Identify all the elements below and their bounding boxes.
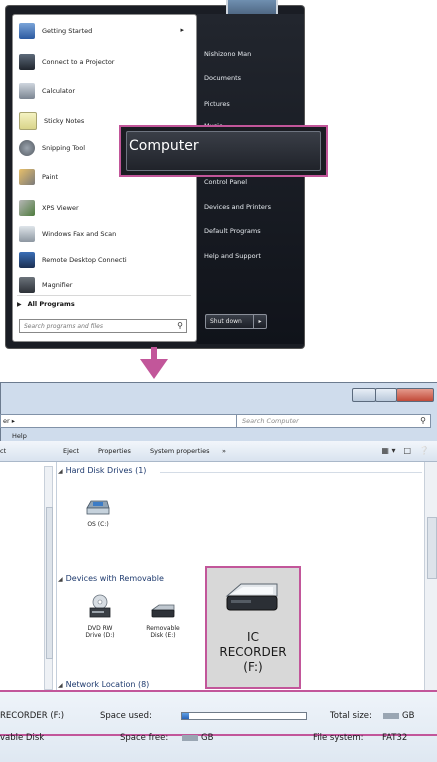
file-system-label: File system: bbox=[313, 733, 364, 743]
computer-label: Computer bbox=[129, 138, 199, 154]
group-network-location[interactable]: ◢ Network Location (8) bbox=[58, 680, 149, 689]
properties-button[interactable]: Properties bbox=[98, 447, 131, 455]
chevron-right-icon: ▶ bbox=[17, 300, 22, 308]
content-scrollbar-thumb[interactable] bbox=[427, 517, 437, 579]
file-system-value: FAT32 bbox=[382, 733, 408, 743]
menu-item-remote-desktop[interactable]: Remote Desktop Connecti bbox=[13, 246, 196, 274]
drive-os-c[interactable]: OS (C:) bbox=[80, 498, 116, 528]
submenu-arrow-icon: ▸ bbox=[180, 26, 184, 34]
details-pane bbox=[0, 690, 437, 762]
search-computer-input[interactable]: Search Computer ⚲ bbox=[236, 414, 431, 428]
getting-started-icon bbox=[19, 23, 35, 39]
start-search-input[interactable]: Search programs and files ⚲ bbox=[19, 319, 187, 333]
group-hard-disks[interactable]: ◢ Hard Disk Drives (1) bbox=[58, 466, 146, 475]
menu-item-fax-scan[interactable]: Windows Fax and Scan bbox=[13, 220, 196, 248]
details-drive-name: RECORDER (F:) bbox=[0, 711, 65, 721]
preview-pane-icon[interactable]: □ bbox=[403, 446, 411, 455]
content-scrollbar[interactable] bbox=[424, 462, 437, 692]
group-removable-storage[interactable]: ◢ Devices with Removable bbox=[58, 574, 164, 583]
drive-removable-e[interactable]: Removable Disk (E:) bbox=[140, 602, 186, 639]
removable-disk-icon bbox=[150, 604, 175, 618]
system-properties-button[interactable]: System properties bbox=[150, 447, 209, 455]
magnifier-icon bbox=[19, 277, 35, 293]
menu-separator bbox=[17, 295, 191, 296]
change-view-icon[interactable]: ▦ ▾ bbox=[381, 446, 395, 455]
shutdown-button[interactable]: Shut down ▸ bbox=[205, 314, 267, 329]
start-link-default-programs[interactable]: Default Programs bbox=[204, 227, 261, 235]
search-icon[interactable]: ⚲ bbox=[420, 416, 426, 425]
drive-dvd-d[interactable]: DVD RW Drive (D:) bbox=[80, 594, 120, 639]
dvd-drive-icon bbox=[89, 594, 111, 618]
start-link-user[interactable]: Nishizono Man bbox=[204, 50, 251, 58]
maximize-button[interactable] bbox=[375, 388, 397, 402]
redacted-value-icon bbox=[383, 712, 399, 719]
space-free-value: GB bbox=[182, 733, 213, 743]
projector-icon bbox=[19, 54, 35, 70]
ic-recorder-drive-icon bbox=[225, 583, 278, 611]
nav-scrollbar[interactable] bbox=[44, 466, 53, 690]
total-size-value: GB bbox=[383, 711, 414, 721]
start-link-help-support[interactable]: Help and Support bbox=[204, 252, 261, 260]
menu-item-xps-viewer[interactable]: XPS Viewer bbox=[13, 194, 196, 222]
redacted-value-icon bbox=[182, 734, 198, 741]
start-link-devices-printers[interactable]: Devices and Printers bbox=[204, 203, 271, 211]
scissors-icon bbox=[19, 140, 35, 156]
close-button[interactable] bbox=[396, 388, 434, 402]
space-used-bar bbox=[181, 712, 307, 720]
hard-drive-icon bbox=[86, 500, 110, 515]
sticky-notes-icon bbox=[19, 112, 37, 130]
menu-item-connect-projector[interactable]: Connect to a Projector bbox=[13, 48, 196, 76]
start-link-pictures[interactable]: Pictures bbox=[204, 100, 230, 108]
paint-icon bbox=[19, 169, 35, 185]
ic-recorder-drive-f[interactable]: IC RECORDER (F:) bbox=[205, 566, 301, 689]
fax-icon bbox=[19, 226, 35, 242]
group-divider bbox=[160, 472, 422, 473]
menu-help[interactable]: Help bbox=[12, 432, 27, 440]
help-icon[interactable]: ❔ bbox=[419, 446, 429, 455]
eject-button[interactable]: Eject bbox=[63, 447, 79, 455]
minimize-button[interactable] bbox=[352, 388, 376, 402]
collapse-triangle-icon: ◢ bbox=[58, 468, 63, 475]
toolbar-item-partial[interactable]: ect bbox=[0, 447, 6, 455]
start-menu-programs-pane: Getting Started ▸ Connect to a Projector… bbox=[12, 14, 197, 342]
menu-item-getting-started[interactable]: Getting Started ▸ bbox=[13, 17, 196, 45]
menu-item-calculator[interactable]: Calculator bbox=[13, 77, 196, 105]
more-commands-button[interactable]: » bbox=[222, 447, 226, 455]
xps-icon bbox=[19, 200, 35, 216]
total-size-label: Total size: bbox=[330, 711, 372, 721]
nav-scrollbar-thumb[interactable] bbox=[46, 507, 53, 659]
computer-menu-item[interactable]: Computer bbox=[119, 125, 328, 177]
all-programs-button[interactable]: ▶ All Programs bbox=[17, 300, 75, 308]
start-link-documents[interactable]: Documents bbox=[204, 74, 241, 82]
collapse-triangle-icon: ◢ bbox=[58, 576, 63, 583]
shutdown-options-arrow-icon[interactable]: ▸ bbox=[253, 315, 266, 328]
down-arrow-icon bbox=[140, 359, 168, 379]
space-free-label: Space free: bbox=[120, 733, 169, 743]
remote-desktop-icon bbox=[19, 252, 35, 268]
calculator-icon bbox=[19, 83, 35, 99]
command-toolbar: ect Eject Properties System properties »… bbox=[0, 441, 437, 462]
menu-bar: Help bbox=[0, 430, 437, 441]
search-icon[interactable]: ⚲ bbox=[177, 321, 183, 330]
collapse-triangle-icon: ◢ bbox=[58, 682, 63, 689]
ic-recorder-label: IC RECORDER (F:) bbox=[219, 630, 287, 674]
start-link-control-panel[interactable]: Control Panel bbox=[204, 178, 247, 186]
space-used-label: Space used: bbox=[100, 711, 152, 721]
details-drive-type: vable Disk bbox=[0, 733, 45, 743]
space-used-fill bbox=[182, 713, 190, 719]
